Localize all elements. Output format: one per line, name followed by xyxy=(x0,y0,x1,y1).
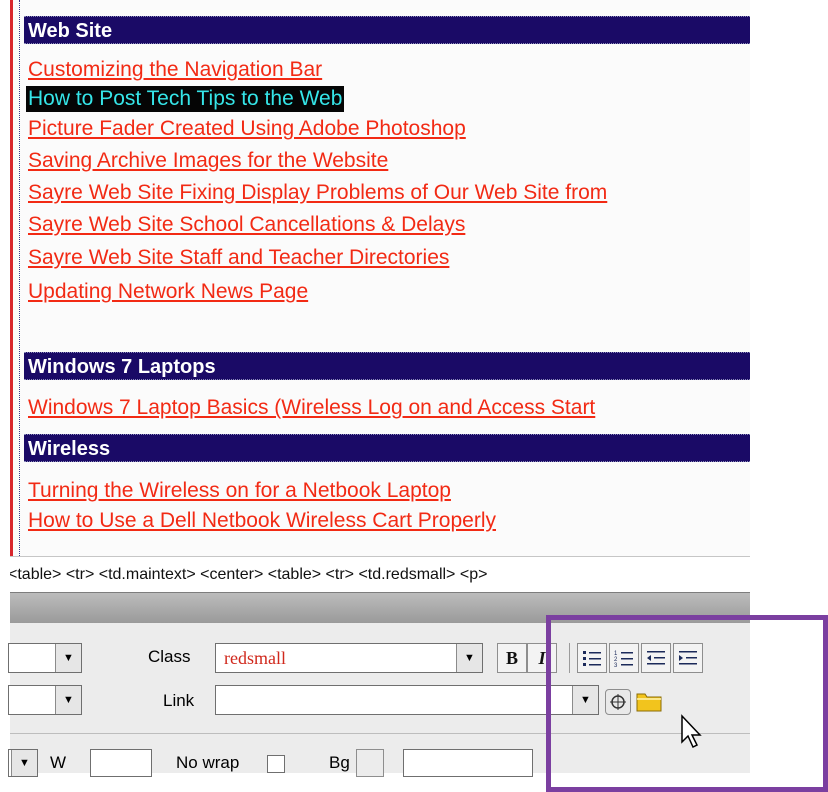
svg-text:3: 3 xyxy=(614,663,618,667)
category-header-windows-7-laptops: Windows 7 Laptops xyxy=(24,352,750,380)
link-picture-fader[interactable]: Picture Fader Created Using Adobe Photos… xyxy=(28,116,466,142)
link-input[interactable]: ▼ xyxy=(215,685,599,715)
unordered-list-icon[interactable] xyxy=(577,643,607,673)
link-customizing-navigation-bar[interactable]: Customizing the Navigation Bar xyxy=(28,57,322,83)
link-saving-archive-images[interactable]: Saving Archive Images for the Website xyxy=(28,148,388,174)
link-windows-7-laptop-basics[interactable]: Windows 7 Laptop Basics (Wireless Log on… xyxy=(28,395,595,421)
link-school-cancellations[interactable]: Sayre Web Site School Cancellations & De… xyxy=(28,212,465,238)
chevron-down-icon[interactable]: ▼ xyxy=(55,644,81,672)
width-label: W xyxy=(50,753,67,772)
bg-color-input[interactable] xyxy=(403,749,533,777)
link-post-tech-tips-selected[interactable]: How to Post Tech Tips to the Web xyxy=(26,86,345,112)
nowrap-checkbox[interactable] xyxy=(267,755,285,773)
indent-icon[interactable] xyxy=(673,643,703,673)
folder-icon[interactable] xyxy=(634,687,664,715)
tag-selector-bar[interactable]: <table> <tr> <td.maintext> <center> <tab… xyxy=(10,556,750,593)
row-divider xyxy=(10,733,750,734)
category-header-wireless: Wireless xyxy=(24,434,750,462)
link-label: Link xyxy=(163,691,195,710)
link-updating-network-news[interactable]: Updating Network News Page xyxy=(28,279,308,305)
mouse-pointer-icon xyxy=(680,714,706,750)
bg-color-swatch[interactable] xyxy=(356,749,384,777)
italic-button[interactable]: I xyxy=(527,643,557,673)
width-input[interactable] xyxy=(90,749,152,777)
chevron-down-icon[interactable]: ▼ xyxy=(55,686,81,714)
properties-panel-header[interactable] xyxy=(10,592,750,624)
design-view[interactable]: Web Site Customizing the Navigation Bar … xyxy=(10,0,750,556)
nowrap-label: No wrap xyxy=(176,753,240,772)
outdent-icon[interactable] xyxy=(641,643,671,673)
tag-selector-path[interactable]: <table> <tr> <td.maintext> <center> <tab… xyxy=(10,566,487,583)
category-header-web-site: Web Site xyxy=(24,16,750,44)
link-turning-wireless-on[interactable]: Turning the Wireless on for a Netbook La… xyxy=(28,478,451,504)
link-staff-teacher-directories[interactable]: Sayre Web Site Staff and Teacher Directo… xyxy=(28,245,449,271)
link-fixing-display-problems[interactable]: Sayre Web Site Fixing Display Problems o… xyxy=(28,180,607,206)
class-label: Class xyxy=(148,647,191,666)
chevron-down-icon[interactable]: ▼ xyxy=(11,750,37,776)
point-to-file-icon[interactable] xyxy=(605,689,631,715)
properties-panel: ▼ ▼ Class redsmall ▼ B I 123 Link ▼ ▼ W … xyxy=(8,623,750,777)
format-select[interactable]: ▼ xyxy=(8,643,82,673)
class-select-value: redsmall xyxy=(224,648,286,668)
class-select[interactable]: redsmall ▼ xyxy=(215,643,483,673)
link-dell-netbook-cart[interactable]: How to Use a Dell Netbook Wireless Cart … xyxy=(28,508,496,534)
vert-align-select[interactable]: ▼ xyxy=(8,749,38,777)
chevron-down-icon[interactable]: ▼ xyxy=(456,644,482,672)
ordered-list-icon[interactable]: 123 xyxy=(609,643,639,673)
toolbar-separator xyxy=(569,643,570,673)
bg-label: Bg xyxy=(329,753,350,772)
bold-button[interactable]: B xyxy=(497,643,527,673)
chevron-down-icon[interactable]: ▼ xyxy=(572,686,598,714)
font-select[interactable]: ▼ xyxy=(8,685,82,715)
